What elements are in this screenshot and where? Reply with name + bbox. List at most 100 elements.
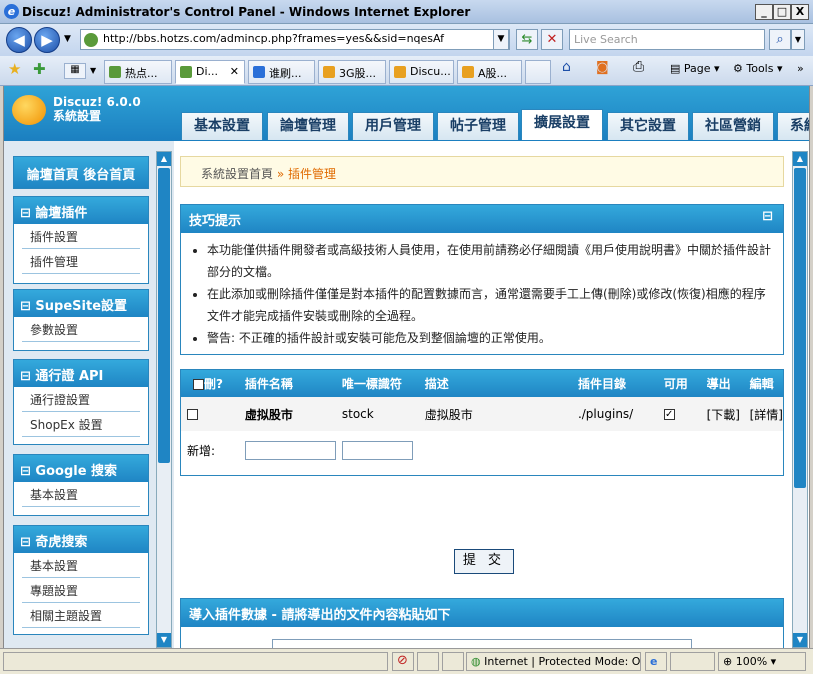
browser-tab[interactable]: Discu... [389, 60, 454, 84]
sidebar-item-passport-settings[interactable]: 通行證設置 [22, 387, 140, 412]
sidebar-item-qihoo-basic[interactable]: 基本設置 [22, 553, 140, 578]
page-viewport: Discuz! 6.0.0 系統設置 基本設置 論壇管理 用戶管理 帖子管理 擴… [3, 86, 810, 648]
sidebar-item-qihoo-topics[interactable]: 專題設置 [22, 578, 140, 603]
tab-system[interactable]: 系統 [777, 112, 809, 140]
search-options-icon[interactable]: ▼ [791, 29, 805, 50]
sidebar-item-parameter-settings[interactable]: 參數設置 [22, 317, 140, 342]
tab-favicon-icon [180, 66, 192, 78]
maximize-button[interactable]: □ [773, 4, 791, 20]
popup-blocker-icon[interactable]: ⊘ [392, 652, 414, 671]
import-data-textarea[interactable] [272, 639, 692, 648]
select-all-checkbox[interactable] [193, 379, 204, 390]
new-plugin-identifier-input[interactable] [341, 440, 413, 460]
cp-header: Discuz! 6.0.0 系統設置 基本設置 論壇管理 用戶管理 帖子管理 擴… [4, 86, 809, 141]
sidebar-item-qihoo-related[interactable]: 相關主題設置 [22, 603, 140, 628]
print-icon[interactable]: ⎙ [633, 59, 644, 75]
history-dropdown-icon[interactable]: ▼ [64, 34, 71, 44]
enabled-checkbox[interactable]: ✓ [663, 409, 675, 420]
sidebar-group-forum-plugins: ⊟ 論壇插件 插件設置 插件管理 [13, 196, 149, 284]
home-icon[interactable]: ⌂ [562, 59, 571, 75]
sidebar-home-links[interactable]: 論壇首頁 後台首頁 [14, 157, 148, 188]
tab-other-settings[interactable]: 其它設置 [607, 112, 689, 140]
zone-label: Internet | Protected Mode: Off [484, 655, 641, 668]
forward-button[interactable]: ▶ [34, 27, 60, 53]
export-link[interactable]: [下載] [700, 397, 744, 431]
submit-button[interactable]: 提 交 [454, 549, 514, 574]
sidebar-group-title[interactable]: ⊟ 論壇插件 [14, 197, 148, 224]
table-header-row: 刪? 插件名稱 唯一標識符 描述 插件目錄 可用 導出 編輯 [181, 370, 783, 397]
sidebar-group-title[interactable]: ⊟ 奇虎搜索 [14, 526, 148, 553]
new-plugin-name-input[interactable] [244, 440, 336, 460]
column-edit: 編輯 [743, 370, 783, 397]
feeds-icon[interactable]: ◙ [596, 60, 609, 75]
row-delete-checkbox[interactable] [187, 409, 198, 420]
scrollbar-thumb[interactable] [158, 168, 170, 463]
tab-forum-management[interactable]: 論壇管理 [267, 112, 349, 140]
browser-tab[interactable]: A股... [457, 60, 522, 84]
minimize-button[interactable]: _ [755, 4, 773, 20]
main-scrollbar[interactable]: ▲ ▼ [792, 151, 808, 648]
toolbar-overflow-icon[interactable]: » [797, 62, 804, 75]
stop-button[interactable]: ✕ [541, 29, 563, 50]
scroll-up-icon[interactable]: ▲ [793, 152, 807, 166]
back-button[interactable]: ◀ [6, 27, 32, 53]
search-input[interactable]: Live Search [569, 29, 765, 50]
tools-menu-label: Tools [746, 62, 774, 75]
browser-tab-active[interactable]: Di... ✕ [175, 60, 245, 84]
tab-label: 热点... [125, 67, 158, 80]
protected-mode-icon[interactable]: e [645, 652, 667, 671]
tab-favicon-icon [462, 66, 474, 78]
scroll-up-icon[interactable]: ▲ [157, 152, 171, 166]
tab-post-management[interactable]: 帖子管理 [437, 112, 519, 140]
sidebar-group-title[interactable]: ⊟ SupeSite設置 [14, 290, 148, 317]
zoom-icon: ⊕ [723, 655, 733, 668]
zoom-control[interactable]: ⊕ 100% ▾ [718, 652, 806, 671]
sidebar-group-qihoo-search: ⊟ 奇虎搜索 基本設置 專題設置 相關主題設置 [13, 525, 149, 635]
address-text: http://bbs.hotzs.com/admincp.php?frames=… [103, 32, 445, 45]
sidebar-group-google-search: ⊟ Google 搜索 基本設置 [13, 454, 149, 516]
close-tab-icon[interactable]: ✕ [230, 65, 239, 78]
scrollbar-thumb[interactable] [794, 168, 806, 488]
collapse-icon[interactable]: ⊟ [762, 209, 773, 224]
sidebar-item-shopex-settings[interactable]: ShopEx 設置 [22, 412, 140, 437]
tip-item: 警告: 不正確的插件設計或安裝可能危及到整個論壇的正常使用。 [207, 327, 773, 349]
tab-extension-settings[interactable]: 擴展設置 [521, 109, 603, 140]
tools-menu[interactable]: ⚙ Tools ▾ [733, 62, 783, 75]
address-dropdown-icon[interactable]: ▼ [493, 29, 509, 50]
tab-basic-settings[interactable]: 基本設置 [181, 112, 263, 140]
page-menu[interactable]: ▤ Page ▾ [670, 62, 720, 75]
zoom-level: 100% [735, 655, 768, 668]
search-button[interactable]: ⌕ [769, 29, 791, 50]
scroll-down-icon[interactable]: ▼ [157, 633, 171, 647]
address-input[interactable]: http://bbs.hotzs.com/admincp.php?frames=… [80, 29, 510, 50]
plugins-table: 刪? 插件名稱 唯一標識符 描述 插件目錄 可用 導出 編輯 虛拟股市 stoc… [181, 370, 783, 469]
new-tab-button[interactable] [525, 60, 551, 84]
window-titlebar: e Discuz! Administrator's Control Panel … [0, 0, 813, 24]
sidebar-item-plugin-settings[interactable]: 插件設置 [22, 224, 140, 249]
sidebar-group-title[interactable]: ⊟ Google 搜索 [14, 455, 148, 482]
favorites-star-icon[interactable]: ★ [8, 60, 21, 78]
add-favorite-icon[interactable]: ✚ [33, 60, 46, 78]
close-window-button[interactable]: X [791, 4, 809, 20]
address-toolbar: ◀ ▶ ▼ http://bbs.hotzs.com/admincp.php?f… [0, 24, 813, 56]
refresh-button[interactable]: ⇆ [516, 29, 538, 50]
tab-list-icon[interactable]: ▼ [90, 66, 96, 75]
browser-tab[interactable]: 谁刷... [248, 60, 315, 84]
new-identifier-cell [336, 431, 419, 469]
plugin-description: 虛拟股市 [418, 397, 572, 431]
quick-tabs-icon[interactable]: ▦ [64, 63, 86, 79]
sidebar-item-google-basic[interactable]: 基本設置 [22, 482, 140, 507]
details-link[interactable]: [詳情] [743, 397, 783, 431]
tip-item: 本功能僅供插件開發者或高級技術人員使用，在使用前請務必仔細閱讀《用戶使用說明書》… [207, 239, 773, 283]
tab-user-management[interactable]: 用戶管理 [352, 112, 434, 140]
browser-tab[interactable]: 3G股... [318, 60, 386, 84]
sidebar-scrollbar[interactable]: ▲ ▼ [156, 151, 172, 648]
brand: Discuz! 6.0.0 系統設置 [53, 95, 141, 123]
sidebar-group-title[interactable]: ⊟ 通行證 API [14, 360, 148, 387]
sidebar-item-plugin-management[interactable]: 插件管理 [22, 249, 140, 274]
tab-community-marketing[interactable]: 社區營銷 [692, 112, 774, 140]
zone-indicator[interactable]: ◍ Internet | Protected Mode: Off [466, 652, 641, 671]
browser-tab[interactable]: 热点... [104, 60, 172, 84]
scroll-down-icon[interactable]: ▼ [793, 633, 807, 647]
breadcrumb-home[interactable]: 系統設置首頁 [201, 167, 273, 181]
